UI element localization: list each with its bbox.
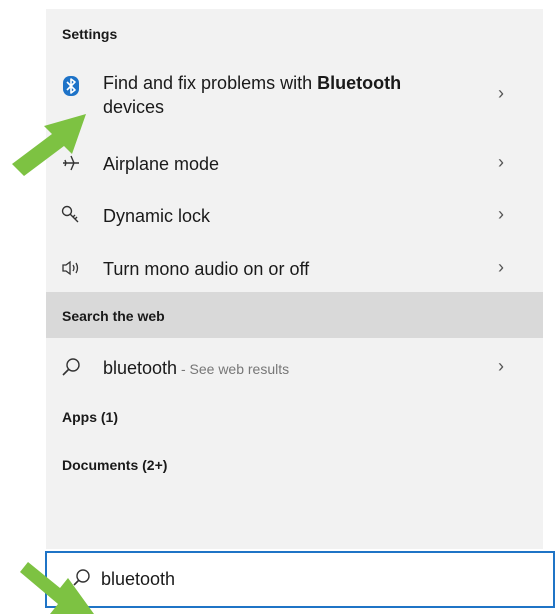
- result-airplane-mode[interactable]: Airplane mode ›: [46, 149, 543, 179]
- chevron-right-icon: ›: [498, 83, 504, 103]
- taskbar-search-box[interactable]: [45, 551, 555, 608]
- annotation-arrow-icon: [12, 114, 86, 176]
- settings-heading: Settings: [62, 26, 118, 42]
- search-icon: [60, 356, 82, 378]
- search-results-panel: Settings Find and fix problems with Blue…: [46, 9, 543, 549]
- chevron-right-icon: ›: [498, 152, 504, 172]
- speaker-icon: [60, 257, 82, 279]
- web-result-label: bluetooth - See web results: [103, 356, 289, 381]
- result-dynamic-lock[interactable]: Dynamic lock ›: [46, 201, 543, 231]
- result-bluetooth-troubleshoot[interactable]: Find and fix problems with Bluetooth dev…: [46, 69, 543, 129]
- search-input[interactable]: [101, 565, 521, 593]
- web-query-text: bluetooth: [103, 358, 178, 378]
- bluetooth-result-label: Find and fix problems with Bluetooth dev…: [103, 71, 401, 119]
- chevron-right-icon: ›: [498, 257, 504, 277]
- documents-heading[interactable]: Documents (2+): [62, 457, 167, 473]
- result-web-search[interactable]: bluetooth - See web results ›: [46, 353, 543, 383]
- label-line2: devices: [103, 97, 165, 117]
- key-icon: [60, 204, 82, 226]
- chevron-right-icon: ›: [498, 204, 504, 224]
- result-label: Airplane mode: [103, 154, 220, 174]
- search-the-web-heading: Search the web: [62, 308, 165, 324]
- label-text: Find and fix problems with: [103, 73, 318, 93]
- label-bold-text: Bluetooth: [317, 73, 402, 93]
- result-label: Dynamic lock: [103, 206, 211, 226]
- annotation-arrow-icon: [20, 562, 94, 614]
- bluetooth-icon: [60, 75, 82, 97]
- search-the-web-header: Search the web: [46, 292, 543, 338]
- web-suffix-text: - See web results: [177, 361, 290, 377]
- apps-heading[interactable]: Apps (1): [62, 409, 118, 425]
- chevron-right-icon: ›: [498, 356, 504, 376]
- result-mono-audio[interactable]: Turn mono audio on or off ›: [46, 254, 543, 284]
- result-label: Turn mono audio on or off: [103, 259, 310, 279]
